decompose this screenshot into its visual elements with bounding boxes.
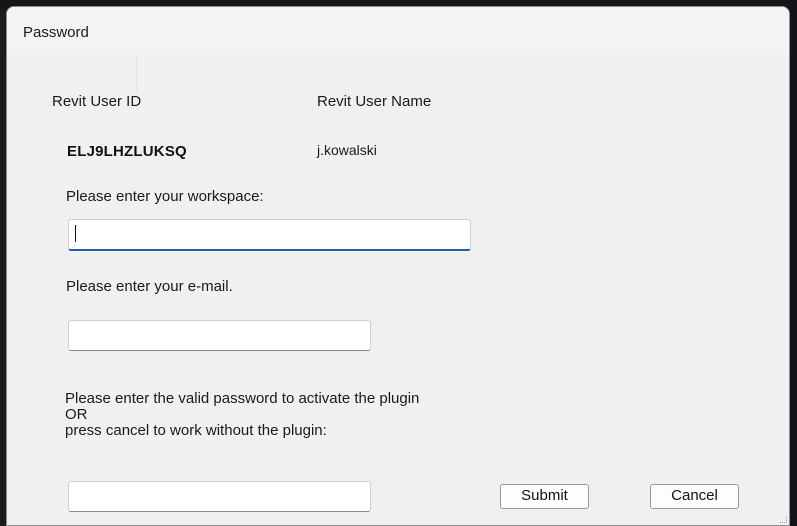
- cancel-button[interactable]: Cancel: [650, 484, 739, 509]
- text-caret: [75, 225, 76, 242]
- password-prompt-line-3: press cancel to work without the plugin:: [65, 422, 327, 439]
- title-bar[interactable]: Password: [7, 7, 789, 55]
- password-input[interactable]: [68, 481, 371, 512]
- window-title: Password: [23, 24, 89, 41]
- revit-user-id-value: ELJ9LHZLUKSQ: [67, 143, 187, 160]
- revit-user-name-header: Revit User Name: [317, 93, 432, 110]
- workspace-prompt: Please enter your workspace:: [66, 188, 264, 205]
- revit-user-name-value: j.kowalski: [317, 142, 377, 158]
- password-prompt-line-1: Please enter the valid password to activ…: [65, 390, 420, 407]
- workspace-input[interactable]: [68, 219, 471, 251]
- password-prompt: Please enter the valid password to activ…: [65, 391, 419, 439]
- email-input[interactable]: [68, 320, 371, 351]
- background-desktop-edge: [790, 0, 797, 526]
- resize-grip[interactable]: [780, 516, 787, 523]
- divider-line: [136, 55, 137, 93]
- password-dialog: Password Revit User ID Revit User Name E…: [6, 6, 790, 526]
- revit-user-id-header: Revit User ID: [52, 93, 142, 110]
- password-prompt-line-2: OR: [65, 406, 88, 423]
- submit-button[interactable]: Submit: [500, 484, 589, 509]
- email-prompt: Please enter your e-mail.: [66, 278, 233, 295]
